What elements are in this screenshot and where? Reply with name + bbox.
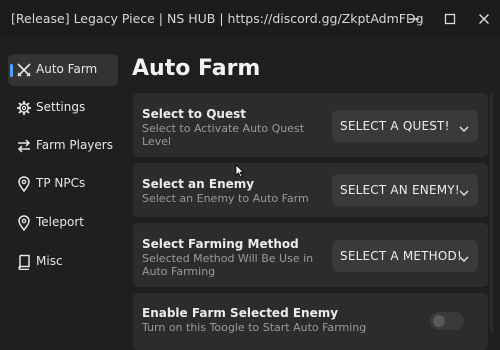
- sidebar-item-settings[interactable]: Settings: [8, 92, 118, 124]
- title-bar: [Release] Legacy Piece | NS HUB | https:…: [0, 0, 500, 38]
- sidebar-item-tp-npcs[interactable]: TP NPCs: [8, 168, 118, 200]
- card-title: Select Farming Method: [142, 237, 299, 251]
- close-icon[interactable]: [474, 9, 494, 29]
- sidebar: Auto Farm Settings Farm Players TP NPCs …: [0, 44, 125, 350]
- sidebar-item-label: TP NPCs: [36, 176, 86, 190]
- book-icon: [16, 254, 32, 271]
- chevron-down-icon: [458, 120, 470, 133]
- card-description: Selected Method Will Be Use in Auto Farm…: [142, 252, 314, 278]
- sidebar-item-label: Settings: [36, 100, 86, 114]
- enemy-dropdown[interactable]: SELECT AN ENEMY!: [332, 174, 478, 206]
- swap-arrows-icon: [16, 138, 32, 154]
- toggle-knob: [433, 315, 445, 327]
- quest-dropdown[interactable]: SELECT A QUEST!: [332, 110, 478, 142]
- dropdown-value: SELECT A QUEST!: [340, 119, 450, 133]
- enable-farm-toggle[interactable]: [430, 312, 464, 330]
- sidebar-item-label: Teleport: [36, 215, 84, 229]
- gear-icon: [16, 100, 32, 116]
- sidebar-item-auto-farm[interactable]: Auto Farm: [8, 54, 118, 86]
- active-indicator: [10, 64, 13, 77]
- quest-select-card: Select to Quest Select to Activate Auto …: [133, 93, 488, 157]
- card-description: Turn on this Toogle to Start Auto Farmin…: [142, 321, 367, 334]
- method-dropdown[interactable]: SELECT A METHOD!: [332, 240, 478, 272]
- sidebar-item-label: Farm Players: [36, 138, 113, 152]
- sidebar-item-farm-players[interactable]: Farm Players: [8, 130, 118, 162]
- scrollbar[interactable]: [490, 93, 493, 333]
- page-title: Auto Farm: [132, 56, 261, 81]
- card-title: Enable Farm Selected Enemy: [142, 306, 339, 320]
- sidebar-item-label: Misc: [36, 254, 63, 268]
- card-description: Select to Activate Auto Quest Level: [142, 122, 305, 148]
- enable-farm-card: Enable Farm Selected Enemy Turn on this …: [133, 293, 488, 350]
- method-select-card: Select Farming Method Selected Method Wi…: [133, 223, 488, 287]
- sidebar-item-misc[interactable]: Misc: [8, 246, 118, 278]
- map-pin-icon: [16, 176, 32, 193]
- card-title: Select to Quest: [142, 107, 246, 121]
- dropdown-value: SELECT AN ENEMY!: [340, 183, 460, 197]
- card-title: Select an Enemy: [142, 177, 255, 191]
- chevron-down-icon: [458, 184, 470, 197]
- window-title: [Release] Legacy Piece | NS HUB | https:…: [11, 11, 424, 26]
- sidebar-item-teleport[interactable]: Teleport: [8, 207, 118, 239]
- dropdown-value: SELECT A METHOD!: [340, 249, 462, 263]
- minimize-icon[interactable]: [404, 9, 424, 29]
- maximize-icon[interactable]: [440, 9, 460, 29]
- chevron-down-icon: [458, 250, 470, 263]
- crossed-swords-icon: [16, 62, 32, 78]
- sidebar-item-label: Auto Farm: [36, 62, 98, 76]
- mouse-cursor-icon: [235, 163, 245, 178]
- card-description: Select an Enemy to Auto Farm: [142, 192, 309, 205]
- map-pin-icon: [16, 215, 32, 232]
- enemy-select-card: Select an Enemy Select an Enemy to Auto …: [133, 163, 488, 217]
